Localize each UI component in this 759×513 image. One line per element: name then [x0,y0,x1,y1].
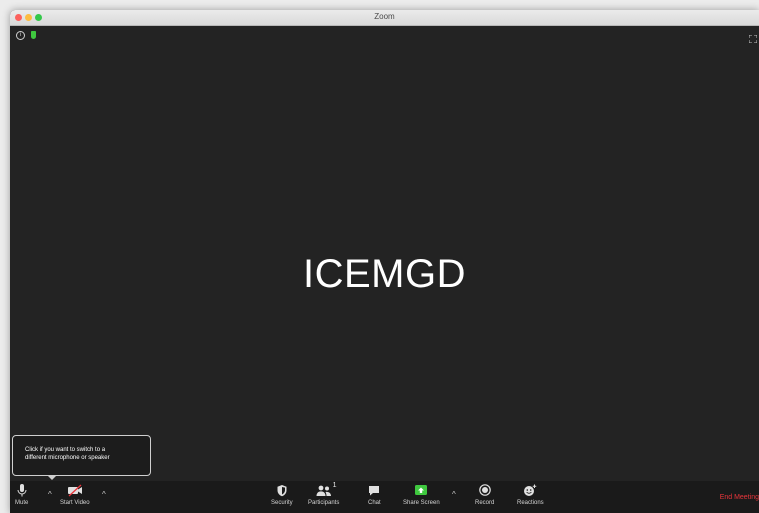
security-button[interactable]: Security [271,484,293,506]
video-options-caret[interactable]: ^ [102,490,106,499]
share-screen-button[interactable]: Share Screen [403,484,440,506]
record-label: Record [475,500,495,506]
security-label: Security [271,500,293,506]
tooltip-arrow [47,475,57,480]
start-video-label: Start Video [60,500,90,506]
reactions-button[interactable]: Reactions [517,484,544,506]
audio-tooltip: Click if you want to switch to a differe… [12,435,151,476]
tooltip-line-1: Click if you want to switch to a [25,447,106,453]
share-screen-label: Share Screen [403,500,440,506]
chat-label: Chat [368,500,381,506]
tooltip-line-2: different microphone or speaker [25,455,110,461]
chat-button[interactable]: Chat [368,484,381,506]
reactions-label: Reactions [517,500,544,506]
end-meeting-button[interactable]: End Meeting [720,494,759,501]
security-shield-icon [277,485,287,497]
participants-button[interactable]: 1 Participants [308,482,340,506]
record-button[interactable]: Record [475,484,494,506]
participants-icon [316,485,331,496]
mute-button[interactable]: Mute [15,484,28,506]
meeting-display-name: ICEMGD [303,252,466,296]
microphone-icon [17,484,27,497]
video-off-icon [67,484,82,497]
fullscreen-icon[interactable] [748,30,758,44]
window-title: Zoom [374,12,395,21]
title-bar: Zoom [10,10,759,26]
chat-bubble-icon [369,486,380,496]
share-screen-icon [415,485,428,495]
mute-label: Mute [15,500,29,506]
participants-label: Participants [308,500,340,506]
info-icon[interactable]: i [16,31,25,40]
share-options-caret[interactable]: ^ [452,490,456,499]
zoom-window: Zoom i ICEMGD Click if you want to switc… [10,10,759,513]
shield-icon[interactable] [31,31,36,39]
record-icon [478,484,491,496]
participants-count: 1 [332,482,337,489]
start-video-button[interactable]: Start Video [60,484,90,506]
meeting-toolbar: Mute ^ Start Video ^ Security 1 Particip… [10,481,759,513]
reactions-icon [524,484,537,496]
audio-options-caret[interactable]: ^ [48,490,52,499]
